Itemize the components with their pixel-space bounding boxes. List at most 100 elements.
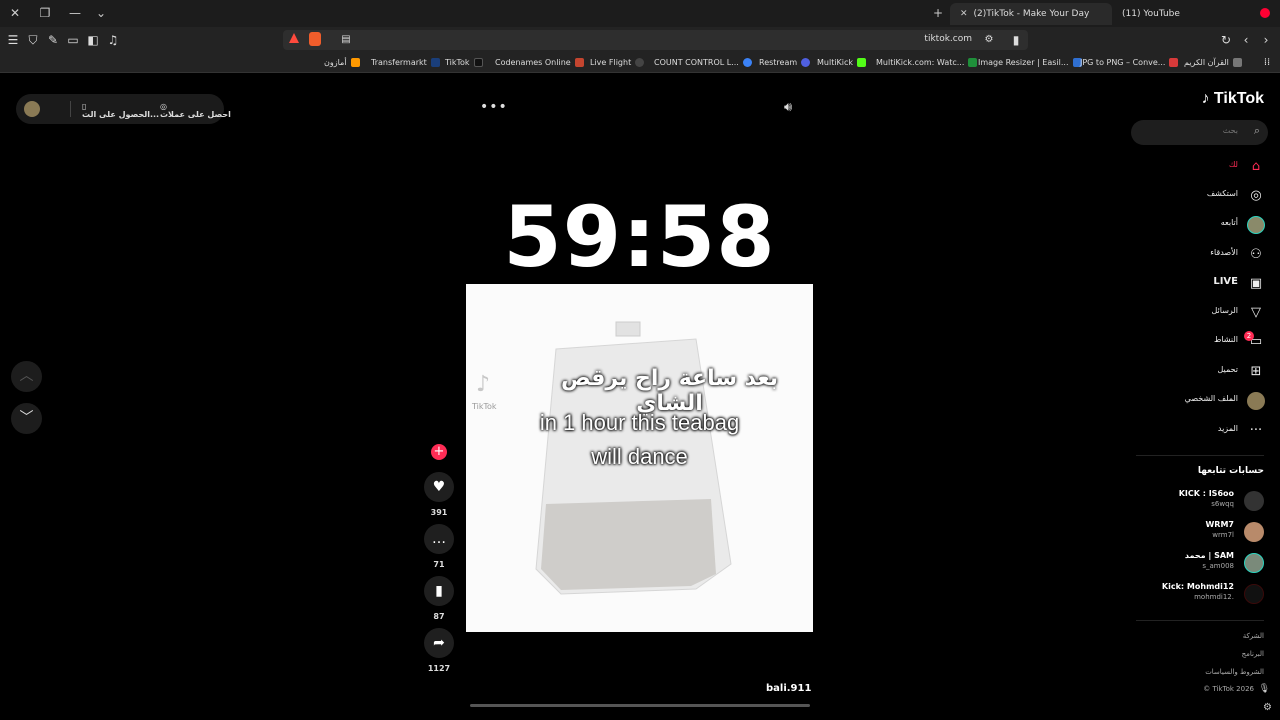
divider (1136, 455, 1264, 456)
sidebar-item-friends[interactable]: الأصدقاء ⚇ (1126, 244, 1266, 266)
video-progress-bar[interactable] (470, 704, 810, 707)
heart-icon[interactable]: ♥ (424, 472, 454, 502)
avatar (1244, 491, 1264, 511)
amazon-icon (350, 58, 360, 67)
like-button[interactable]: ♥ 391 (424, 472, 454, 517)
brave-shield-icon[interactable] (309, 32, 321, 46)
minimize-window-icon[interactable]: — (66, 5, 84, 21)
account-handle: s6wqq (1211, 500, 1234, 508)
comment-button[interactable]: … 71 (424, 524, 454, 569)
url-text[interactable]: tiktok.com (924, 34, 972, 44)
sidebar-item-upload[interactable]: تحميل ⊞ (1126, 361, 1266, 383)
bookmark-count-control[interactable]: COUNT CONTROL L... (654, 56, 752, 70)
avatar[interactable] (24, 101, 40, 117)
restore-window-icon[interactable]: ❐ (36, 5, 54, 21)
tiktok-logo[interactable]: ♪ TikTok (1201, 90, 1264, 108)
sidebar-item-messages[interactable]: الرسائل ▽ (1126, 302, 1266, 324)
sidebar-item-for-you[interactable]: لك ⌂ (1126, 156, 1266, 178)
share-count: 1127 (427, 664, 451, 673)
sidebar-item-more[interactable]: المزيد ··· (1126, 420, 1266, 442)
account-name: محمد | SAM (1184, 551, 1234, 560)
count-control-icon (742, 58, 752, 67)
bookmark-tiktok[interactable]: TikTok (445, 56, 483, 70)
sidebar-item-label: LIVE (1213, 276, 1238, 287)
sidebar-item-label: المزيد (1217, 424, 1238, 433)
bookmark-label: MultiKick.com: Watc... (876, 58, 965, 67)
following-account[interactable]: KICK : IS6oo s6wqq (1124, 489, 1264, 515)
bookmark-multikick-watch[interactable]: MultiKick.com: Watc... (876, 56, 978, 70)
sidebar-item-activity[interactable]: النشاط ▭ 2 (1126, 331, 1266, 353)
following-account[interactable]: WRM7 wrm7l (1124, 520, 1264, 546)
save-count: 87 (433, 612, 445, 621)
footer-company-link[interactable]: الشركة (1243, 632, 1264, 640)
bookmark-image-resizer[interactable]: Image Resizer | Easil... (978, 56, 1082, 70)
sidebar-toggle-icon[interactable]: ◧ (86, 33, 100, 47)
settings-icon[interactable]: ⚙ (1263, 702, 1272, 713)
bookmark-label: أمازون (324, 58, 347, 67)
share-arrow-icon[interactable]: ➦ (424, 628, 454, 658)
sidebar-item-following[interactable]: أتابعه (1126, 214, 1266, 236)
volume-icon[interactable]: 🔊︎ (784, 100, 792, 115)
next-video-button[interactable]: ﹀ (11, 403, 42, 434)
menu-icon[interactable]: ☰ (6, 33, 20, 47)
bookmark-multikick[interactable]: MultiKick (817, 56, 867, 70)
footer-program-link[interactable]: البرنامج (1242, 650, 1264, 658)
bookmark-label: MultiKick (817, 58, 854, 67)
more-options-icon[interactable]: ••• (480, 99, 508, 115)
brave-rewards-icon[interactable] (289, 33, 299, 43)
wallet-icon[interactable]: ▭ (66, 33, 80, 47)
get-coins-link[interactable]: احصل على عملات ◎ (160, 102, 231, 119)
get-app-link[interactable]: الحصول على الت... ▯ (82, 102, 159, 119)
bookmarks-overflow-icon[interactable]: ⁞⁞ (1260, 56, 1274, 70)
footer-terms-link[interactable]: الشروط والسياسات (1205, 668, 1264, 676)
avatar-icon (1246, 215, 1266, 235)
close-window-icon[interactable]: ✕ (6, 5, 24, 21)
microphone-icon[interactable]: 🎙︎ (1259, 684, 1270, 694)
notification-badge: 2 (1244, 331, 1254, 341)
bookmark-icon[interactable]: ▮ (1009, 33, 1023, 47)
bookmark-save-icon[interactable]: ▮ (424, 576, 454, 606)
bookmark-live-flight[interactable]: Live Flight (590, 56, 645, 70)
new-tab-icon[interactable]: + (929, 5, 947, 21)
bookmark-restream[interactable]: Restream (759, 56, 811, 70)
back-icon[interactable]: ‹ (1239, 33, 1253, 47)
following-account[interactable]: محمد | SAM s_am008 (1124, 551, 1264, 577)
tab-tiktok[interactable]: ✕ (2)TikTok - Make Your Day (950, 3, 1112, 25)
forward-icon[interactable]: › (1259, 33, 1273, 47)
bookmark-label: Image Resizer | Easil... (978, 58, 1069, 67)
save-button[interactable]: ▮ 87 (424, 576, 454, 621)
search-input[interactable]: بحث ⌕ (1131, 120, 1268, 145)
following-account[interactable]: Kick: Mohmdi12 mohmdi12. (1124, 582, 1264, 608)
previous-video-button[interactable]: ︿ (11, 361, 42, 392)
home-icon: ⌂ (1251, 159, 1261, 174)
bookmark-jpg-to-png[interactable]: JPG to PNG – Conve... (1080, 56, 1179, 70)
avatar (1244, 553, 1264, 573)
avatar (1244, 522, 1264, 542)
bookmark-transfermarkt[interactable]: Transfermarkt (371, 56, 440, 70)
bookmark-amazon[interactable]: أمازون (324, 56, 360, 70)
music-icon[interactable]: ♫ (106, 33, 120, 47)
bookmark-quran[interactable]: القرآن الكريم (1184, 56, 1242, 70)
tab-youtube[interactable]: (11) YouTube (1112, 3, 1252, 25)
comment-icon[interactable]: … (424, 524, 454, 554)
sidebar-item-explore[interactable]: استكشف ◎ (1126, 185, 1266, 207)
bookmark-codenames[interactable]: Codenames Online (495, 56, 584, 70)
url-bar[interactable]: ▤ tiktok.com ⚙ (283, 30, 1028, 50)
bookmark-label: JPG to PNG – Conve... (1080, 58, 1166, 67)
tab-list-chevron-icon[interactable]: ⌄ (92, 5, 110, 21)
follow-plus-button[interactable]: + (431, 444, 447, 460)
reload-icon[interactable]: ↻ (1219, 33, 1233, 47)
comment-count: 71 (433, 560, 445, 569)
video-player[interactable]: بعد ساعة راح يرقص الشاي ♪ TikTok in 1 ho… (466, 284, 813, 632)
author-username[interactable]: bali.911 (766, 683, 811, 694)
shield-icon[interactable]: ⛉ (26, 33, 40, 47)
sidebar-item-live[interactable]: LIVE ▣ (1126, 273, 1266, 295)
site-settings-icon[interactable]: ⚙ (982, 33, 996, 47)
tab-close-icon[interactable]: ✕ (960, 9, 968, 19)
search-icon[interactable]: ⌕ (1254, 124, 1260, 138)
puzzle-icon[interactable]: ✎ (46, 33, 60, 47)
share-button[interactable]: ➦ 1127 (424, 628, 454, 673)
sidebar-item-profile[interactable]: الملف الشخصي (1126, 390, 1266, 412)
reader-mode-icon[interactable]: ▤ (339, 33, 353, 47)
account-handle: s_am008 (1202, 562, 1234, 570)
